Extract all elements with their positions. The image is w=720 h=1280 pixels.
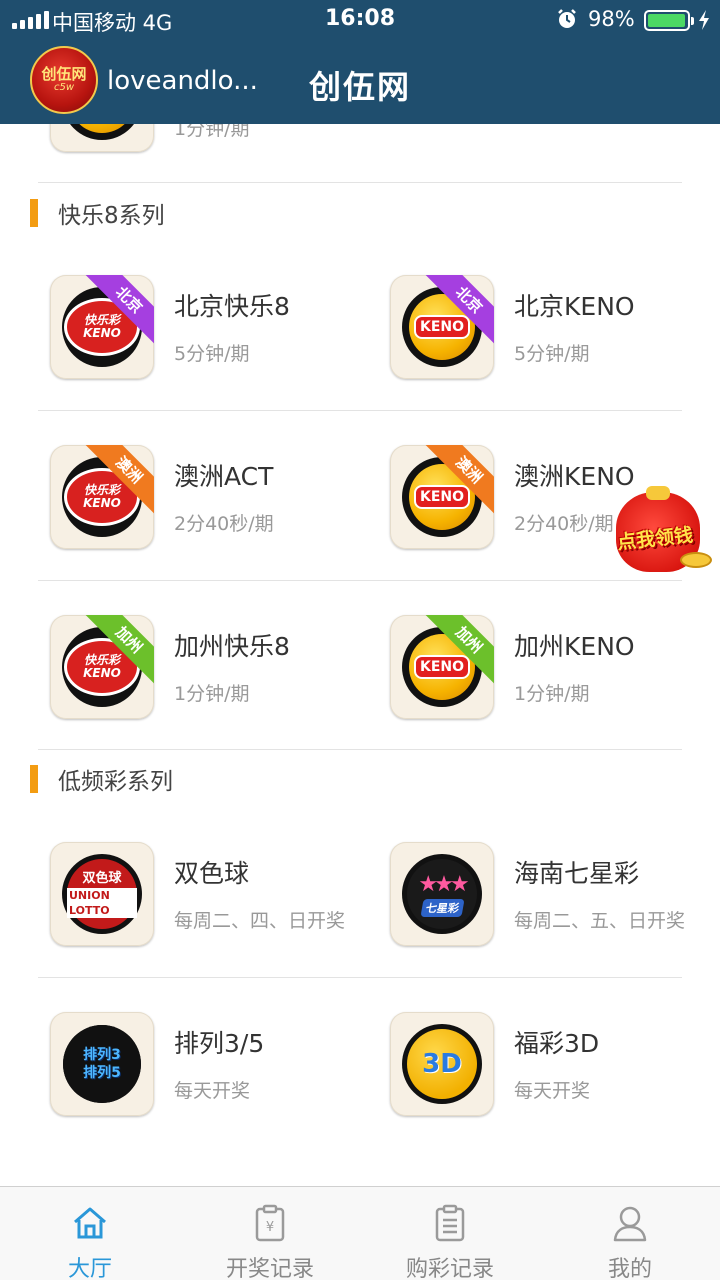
- lottery-period: 每周二、四、日开奖: [174, 910, 346, 932]
- red-envelope-promo-button[interactable]: 点我领钱: [596, 486, 718, 578]
- gold-ingot-icon: [680, 552, 712, 568]
- clipboard-list-icon: [435, 1204, 465, 1242]
- user-icon: [613, 1206, 647, 1242]
- lottery-item[interactable]: ★★★ 七星彩 海南七星彩 每周二、五、日开奖: [390, 842, 720, 952]
- section-title-kuaile8: 快乐8系列: [30, 199, 165, 229]
- shuangseqiu-logo-icon: 双色球 UNION LOTTO: [50, 842, 154, 946]
- pailie35-logo-icon: 排列3 排列5: [50, 1012, 154, 1116]
- tab-me[interactable]: 我的: [540, 1187, 720, 1280]
- charging-icon: [699, 10, 709, 30]
- divider: [38, 182, 682, 183]
- lottery-period: 1分钟/期: [174, 124, 250, 140]
- divider: [38, 749, 682, 750]
- lottery-name: 北京KENO: [514, 292, 635, 321]
- divider: [38, 410, 682, 411]
- tab-purchase-records[interactable]: 购彩记录: [360, 1187, 540, 1280]
- keno-ball-logo-icon: KENO 加州: [390, 615, 494, 719]
- lottery-name: 双色球: [174, 859, 250, 888]
- divider: [38, 977, 682, 978]
- section-marker: [30, 199, 38, 227]
- lottery-name: 加州快乐8: [174, 632, 290, 661]
- divider: [38, 580, 682, 581]
- lottery-item[interactable]: 快乐彩 KENO 北京 北京快乐8 5分钟/期: [50, 275, 380, 385]
- lottery-item-partial[interactable]: KENO 1分钟/期: [50, 124, 380, 158]
- home-icon: [74, 1207, 106, 1239]
- lottery-period: 5分钟/期: [174, 343, 250, 365]
- lottery-item[interactable]: KENO 加州 加州KENO 1分钟/期: [390, 615, 720, 725]
- page-title: 创伍网: [308, 68, 411, 106]
- lottery-item[interactable]: 快乐彩 KENO 加州 加州快乐8 1分钟/期: [50, 615, 380, 725]
- lottery-name: 北京快乐8: [174, 292, 290, 321]
- kuaile8-keno-logo-icon: 快乐彩 KENO 北京: [50, 275, 154, 379]
- tab-label: 大厅: [67, 1257, 112, 1280]
- kuaile8-keno-logo-icon: 快乐彩 KENO 加州: [50, 615, 154, 719]
- tab-lobby[interactable]: 大厅: [0, 1187, 180, 1280]
- lottery-period: 每天开奖: [514, 1080, 591, 1102]
- lottery-item[interactable]: 排列3 排列5 排列3/5 每天开奖: [50, 1012, 380, 1122]
- nav-bar: 创伍网 c5w loveandlo... 创伍网: [0, 40, 720, 124]
- battery-level-fill: [648, 14, 685, 27]
- kuaile8-keno-logo-icon: 快乐彩 KENO 澳洲: [50, 445, 154, 549]
- lottery-item[interactable]: KENO 北京 北京KENO 5分钟/期: [390, 275, 720, 385]
- lottery-period: 5分钟/期: [514, 343, 590, 365]
- lottery-name: 加州KENO: [514, 632, 635, 661]
- lottery-name: 排列3/5: [174, 1029, 265, 1058]
- tab-draw-results[interactable]: ¥ 开奖记录: [180, 1187, 360, 1280]
- status-bar: 中国移动 4G 16:08 98%: [0, 0, 720, 40]
- tab-label: 我的: [607, 1257, 652, 1280]
- keno-ball-logo-icon: KENO 北京: [390, 275, 494, 379]
- app-header: 中国移动 4G 16:08 98% 创伍网 c5w loveandlo... 创…: [0, 0, 720, 124]
- qixingcai-logo-icon: ★★★ 七星彩: [390, 842, 494, 946]
- alarm-icon: [558, 9, 576, 28]
- lottery-period: 1分钟/期: [514, 683, 590, 705]
- lottery-item[interactable]: 快乐彩 KENO 澳洲 澳洲ACT 2分40秒/期: [50, 445, 380, 555]
- lottery-list[interactable]: KENO 1分钟/期 快乐8系列 快乐彩 KENO 北京 北京快乐8 5分钟/期…: [0, 124, 720, 1186]
- lottery-name: 澳洲ACT: [174, 462, 274, 491]
- lottery-name: 海南七星彩: [514, 859, 640, 888]
- section-title-dipincai: 低频彩系列: [30, 765, 173, 795]
- svg-text:¥: ¥: [266, 1220, 274, 1235]
- lottery-period: 2分40秒/期: [174, 513, 274, 535]
- battery-percent: 98%: [588, 7, 635, 31]
- battery-icon: [644, 10, 694, 31]
- lottery-name: 福彩3D: [514, 1029, 600, 1058]
- keno-ball-logo-icon: KENO 澳洲: [390, 445, 494, 549]
- lottery-item[interactable]: 双色球 UNION LOTTO 双色球 每周二、四、日开奖: [50, 842, 380, 952]
- lottery-period: 1分钟/期: [174, 683, 250, 705]
- yen-clipboard-icon: ¥: [255, 1204, 285, 1242]
- section-marker: [30, 765, 38, 793]
- lottery-icon: KENO: [50, 124, 154, 152]
- lottery-item[interactable]: 3D 福彩3D 每天开奖: [390, 1012, 720, 1122]
- lottery-period: 每周二、五、日开奖: [514, 910, 686, 932]
- tab-label: 开奖记录: [225, 1257, 314, 1280]
- fucai3d-logo-icon: 3D: [390, 1012, 494, 1116]
- tab-label: 购彩记录: [405, 1257, 494, 1280]
- lottery-period: 每天开奖: [174, 1080, 251, 1102]
- bottom-tab-bar: 大厅 ¥ 开奖记录 购彩记录 我的: [0, 1186, 720, 1280]
